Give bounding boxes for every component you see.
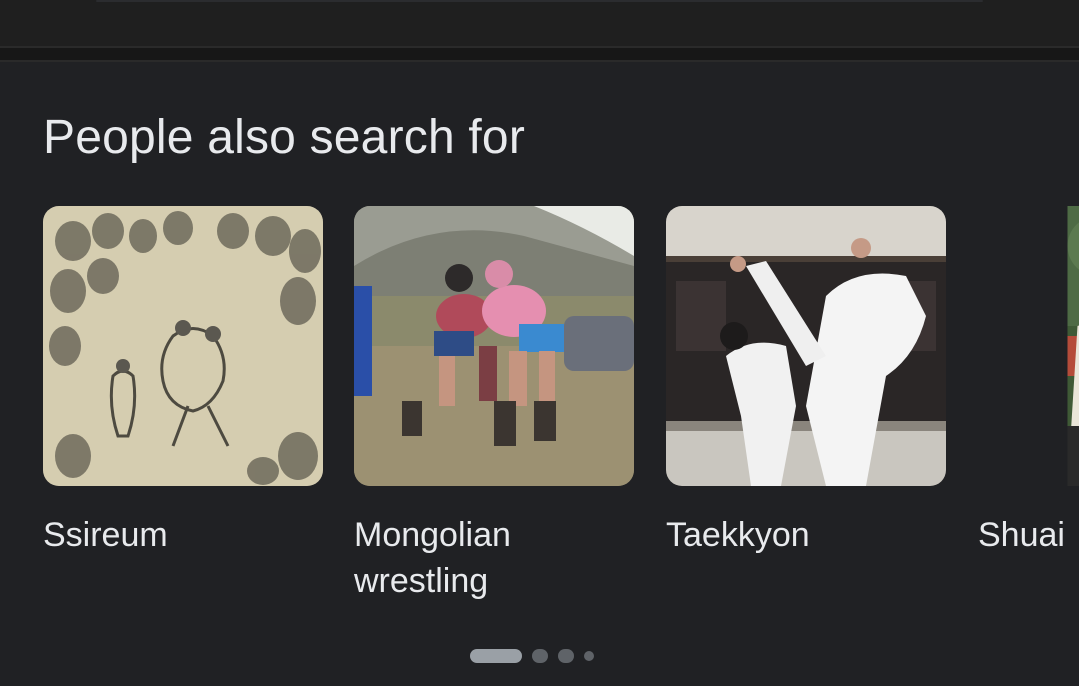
page-dot[interactable]: [584, 651, 594, 661]
page-dot-active[interactable]: [470, 649, 522, 663]
page-dot[interactable]: [532, 649, 548, 663]
card-ssireum[interactable]: Ssireum: [43, 206, 323, 558]
ssireum-painting-image: [43, 206, 323, 486]
card-label: Mongolian wrestling: [354, 516, 511, 600]
page-dot[interactable]: [558, 649, 574, 663]
top-band: [0, 0, 1079, 46]
mongolian-wrestling-photo: [354, 206, 634, 486]
shuai-jiao-photo: [978, 206, 1079, 486]
card-label: Shuai: [978, 516, 1065, 554]
card-shuai[interactable]: Shuai: [978, 206, 1079, 558]
card-label: Taekkyon: [666, 516, 810, 554]
people-also-search-for-section: People also search for Ssireum Mongolian…: [0, 62, 1079, 686]
section-separator: [0, 46, 1079, 62]
carousel-page-indicator: [470, 649, 594, 663]
divider: [96, 0, 983, 2]
taekkyon-photo: [666, 206, 946, 486]
card-label: Ssireum: [43, 516, 168, 554]
card-taekkyon[interactable]: Taekkyon: [666, 206, 946, 558]
section-title: People also search for: [43, 111, 526, 164]
card-mongolian-wrestling[interactable]: Mongolian wrestling: [354, 206, 634, 604]
